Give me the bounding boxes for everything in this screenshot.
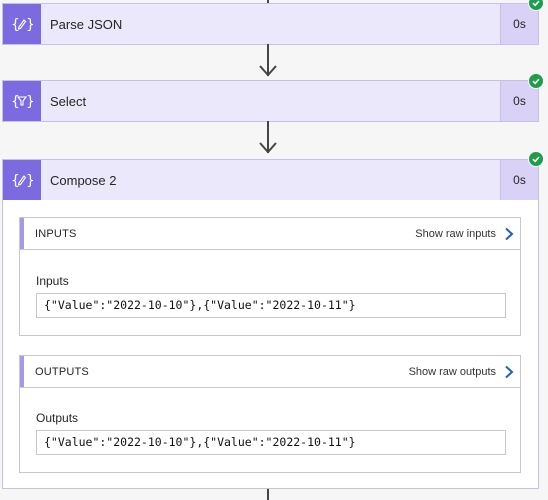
connector-arrow bbox=[258, 121, 278, 157]
step-card-compose-2[interactable]: {} Compose 2 0s INPUTS Show raw inputs I… bbox=[2, 159, 539, 489]
success-check-icon bbox=[528, 151, 544, 167]
outputs-header: OUTPUTS bbox=[35, 365, 89, 378]
show-raw-outputs-link[interactable]: Show raw outputs bbox=[409, 365, 520, 379]
connector-arrow bbox=[258, 44, 278, 80]
inputs-label: Inputs bbox=[36, 274, 69, 288]
show-raw-inputs-label: Show raw inputs bbox=[415, 227, 496, 240]
svg-text:}: } bbox=[26, 173, 33, 189]
inputs-header: INPUTS bbox=[35, 227, 77, 240]
outputs-label: Outputs bbox=[36, 411, 79, 425]
inputs-value-field[interactable]: {"Value":"2022-10-10"},{"Value":"2022-10… bbox=[36, 293, 506, 318]
step-card-select[interactable]: {} Select 0s bbox=[2, 80, 539, 122]
select-filter-icon: {} bbox=[3, 81, 41, 121]
flow-run-canvas: {} Parse JSON 0s {} Select 0s bbox=[0, 0, 548, 500]
outputs-value-field[interactable]: {"Value":"2022-10-10"},{"Value":"2022-10… bbox=[36, 430, 506, 455]
step-title: Parse JSON bbox=[50, 16, 123, 32]
show-raw-inputs-link[interactable]: Show raw inputs bbox=[415, 227, 520, 241]
inputs-panel: INPUTS Show raw inputs Inputs {"Value":"… bbox=[19, 217, 521, 336]
svg-text:}: } bbox=[26, 17, 33, 33]
step-title: Select bbox=[50, 93, 87, 109]
connector-line bbox=[258, 489, 278, 500]
svg-text:{: { bbox=[11, 173, 20, 189]
svg-text:{: { bbox=[11, 94, 20, 110]
success-check-icon bbox=[528, 73, 544, 89]
outputs-panel: OUTPUTS Show raw outputs Outputs {"Value… bbox=[19, 355, 521, 473]
show-raw-outputs-label: Show raw outputs bbox=[408, 365, 496, 378]
step-title: Compose 2 bbox=[50, 172, 117, 188]
step-card-parse-json[interactable]: {} Parse JSON 0s bbox=[2, 3, 539, 45]
compose-icon: {} bbox=[3, 160, 41, 200]
chevron-right-icon bbox=[505, 365, 514, 378]
svg-text:}: } bbox=[26, 94, 33, 110]
chevron-right-icon bbox=[505, 227, 514, 240]
success-check-icon bbox=[528, 0, 544, 11]
step-header[interactable]: {} Compose 2 0s bbox=[3, 160, 538, 200]
parse-json-icon: {} bbox=[3, 4, 41, 44]
svg-text:{: { bbox=[11, 17, 20, 33]
